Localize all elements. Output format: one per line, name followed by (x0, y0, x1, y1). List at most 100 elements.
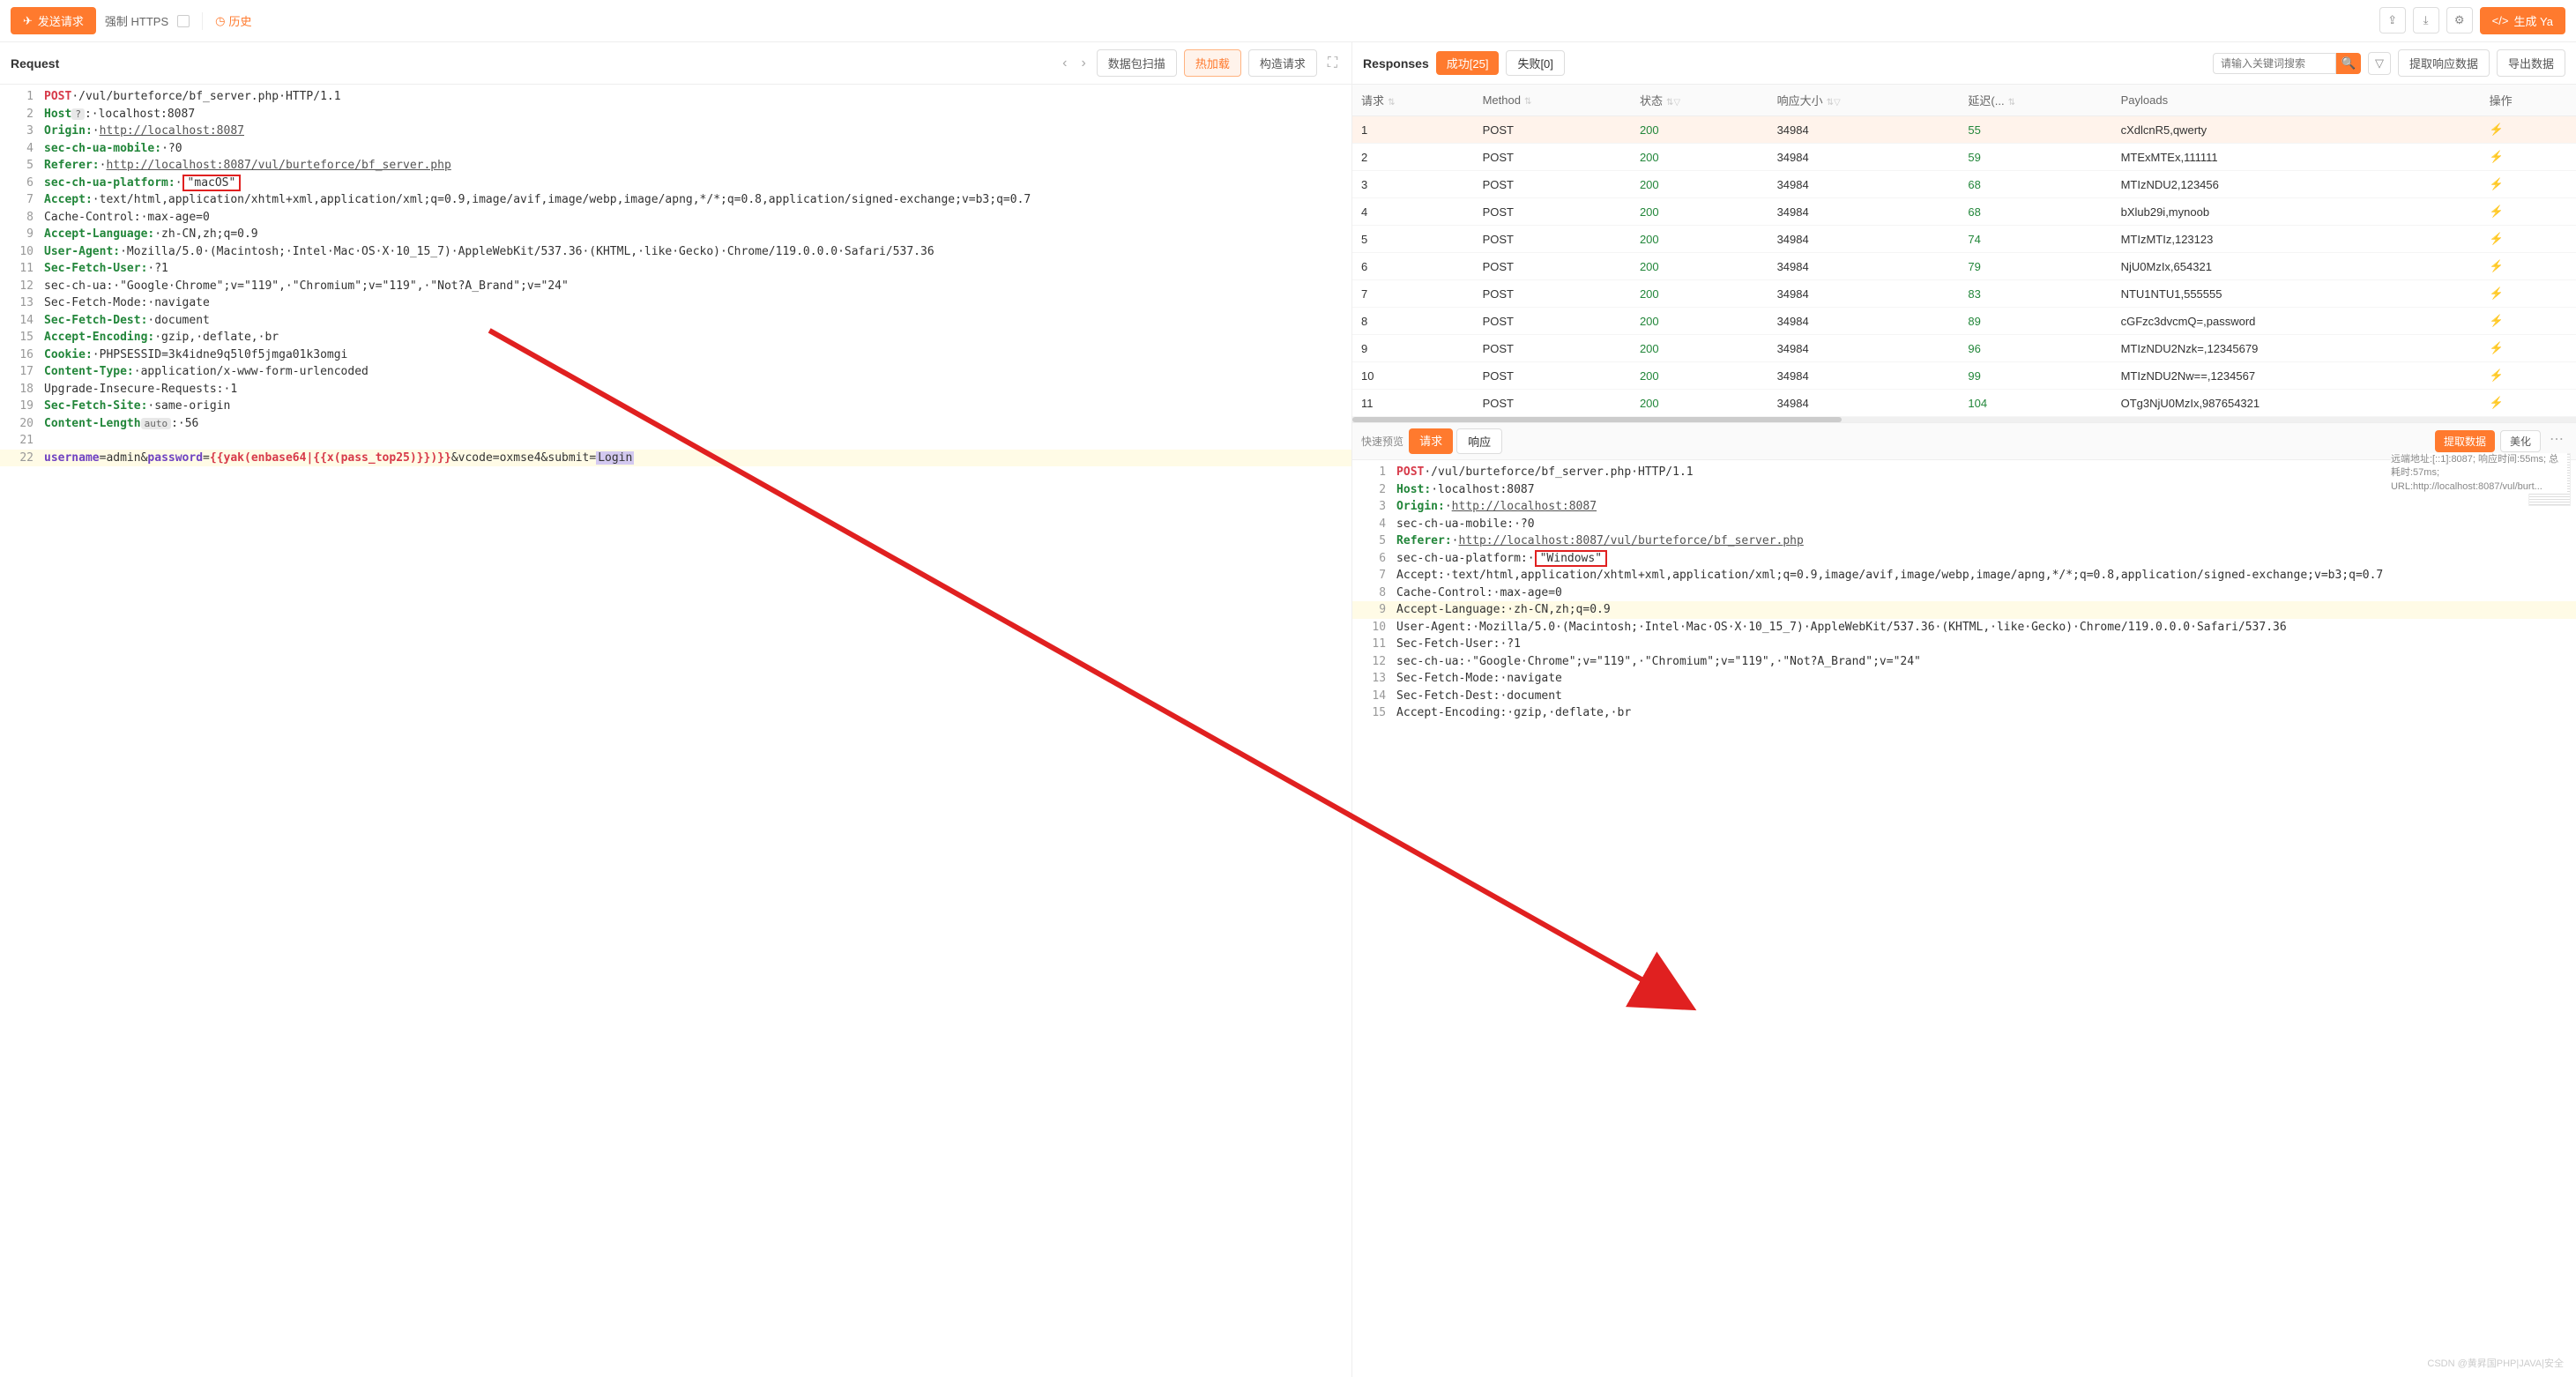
next-button[interactable]: › (1077, 56, 1089, 71)
code-line[interactable]: 4sec-ch-ua-mobile:·?0 (1352, 516, 2576, 533)
code-line[interactable]: 6sec-ch-ua-platform:·"macOS" (0, 175, 1351, 192)
table-row[interactable]: 9POST2003498496MTIzNDU2Nzk=,12345679⚡ (1352, 335, 2576, 362)
code-line[interactable]: 17Content-Type:·application/x-www-form-u… (0, 363, 1351, 381)
tab-success[interactable]: 成功[25] (1436, 51, 1500, 75)
construct-request-button[interactable]: 构造请求 (1248, 49, 1317, 77)
table-row[interactable]: 10POST2003498499MTIzNDU2Nw==,1234567⚡ (1352, 362, 2576, 390)
search-icon: 🔍 (2341, 56, 2356, 70)
line-number: 11 (0, 260, 44, 278)
table-row[interactable]: 11POST20034984104OTg3NjU0MzIx,987654321⚡ (1352, 390, 2576, 417)
code-line[interactable]: 4sec-ch-ua-mobile:·?0 (0, 140, 1351, 158)
code-line[interactable]: 5Referer:·http://localhost:8087/vul/burt… (0, 157, 1351, 175)
detail-beautify-button[interactable]: 美化 (2500, 430, 2541, 452)
code-line[interactable]: 14Sec-Fetch-Dest:·document (1352, 688, 2576, 705)
detail-more-icon[interactable]: ⋯ (2546, 430, 2567, 452)
send-request-button[interactable]: ✈ 发送请求 (11, 7, 96, 34)
line-number: 13 (0, 294, 44, 312)
code-line[interactable]: 20Content-Lengthauto:·56 (0, 415, 1351, 433)
row-action-icon[interactable]: ⚡ (2490, 150, 2504, 163)
col-payloads[interactable]: Payloads (2112, 85, 2481, 116)
code-line[interactable]: 15Accept-Encoding:·gzip,·deflate,·br (1352, 704, 2576, 722)
code-line[interactable]: 8Cache-Control:·max-age=0 (1352, 584, 2576, 602)
code-line[interactable]: 10User-Agent:·Mozilla/5.0·(Macintosh;·In… (0, 243, 1351, 261)
row-action-icon[interactable]: ⚡ (2490, 232, 2504, 245)
row-action-icon[interactable]: ⚡ (2490, 341, 2504, 354)
expand-icon[interactable]: ⛶ (1324, 56, 1341, 71)
prev-button[interactable]: ‹ (1059, 56, 1070, 71)
detail-extract-button[interactable]: 提取数据 (2435, 430, 2495, 452)
packet-scan-button[interactable]: 数据包扫描 (1097, 49, 1177, 77)
line-number: 6 (1352, 550, 1396, 568)
table-row[interactable]: 3POST2003498468MTIzNDU2,123456⚡ (1352, 171, 2576, 198)
code-line[interactable]: 6sec-ch-ua-platform:·"Windows" (1352, 550, 2576, 568)
horizontal-scrollbar[interactable] (1352, 417, 2576, 422)
code-line[interactable]: 9Accept-Language:·zh-CN,zh;q=0.9 (0, 226, 1351, 243)
row-action-icon[interactable]: ⚡ (2490, 177, 2504, 190)
code-line[interactable]: 10User-Agent:·Mozilla/5.0·(Macintosh;·In… (1352, 619, 2576, 636)
table-row[interactable]: 5POST2003498474MTIzMTIz,123123⚡ (1352, 226, 2576, 253)
line-number: 15 (1352, 704, 1396, 722)
table-row[interactable]: 8POST2003498489cGFzc3dvcmQ=,password⚡ (1352, 308, 2576, 335)
history-link[interactable]: ◷ 历史 (215, 12, 251, 29)
code-line[interactable]: 18Upgrade-Insecure-Requests:·1 (0, 381, 1351, 398)
share-icon-button[interactable]: ⇪ (2379, 7, 2406, 33)
code-line[interactable]: 13Sec-Fetch-Mode:·navigate (0, 294, 1351, 312)
line-number: 22 (0, 450, 44, 467)
col-request[interactable]: 请求⇅ (1352, 85, 1474, 116)
row-action-icon[interactable]: ⚡ (2490, 368, 2504, 382)
code-line[interactable]: 2Host?:·localhost:8087 (0, 106, 1351, 123)
line-number: 3 (0, 123, 44, 140)
code-line[interactable]: 3Origin:·http://localhost:8087 (1352, 498, 2576, 516)
export-icon-button[interactable]: ⤓ (2413, 7, 2439, 33)
table-row[interactable]: 7POST2003498483NTU1NTU1,555555⚡ (1352, 280, 2576, 308)
code-line[interactable]: 1POST·/vul/burteforce/bf_server.php·HTTP… (0, 88, 1351, 106)
code-line[interactable]: 7Accept:·text/html,application/xhtml+xml… (1352, 567, 2576, 584)
line-number: 10 (1352, 619, 1396, 636)
detail-request-viewer[interactable]: 1POST·/vul/burteforce/bf_server.php·HTTP… (1352, 460, 2576, 726)
generate-code-button[interactable]: </> 生成 Ya (2480, 7, 2565, 34)
row-action-icon[interactable]: ⚡ (2490, 314, 2504, 327)
code-line[interactable]: 14Sec-Fetch-Dest:·document (0, 312, 1351, 330)
row-action-icon[interactable]: ⚡ (2490, 396, 2504, 409)
top-toolbar: ✈ 发送请求 强制 HTTPS ◷ 历史 ⇪ ⤓ ⚙ </> 生成 Ya (0, 0, 2576, 42)
table-row[interactable]: 2POST2003498459MTExMTEx,111111⚡ (1352, 144, 2576, 171)
code-line[interactable]: 7Accept:·text/html,application/xhtml+xml… (0, 191, 1351, 209)
col-size[interactable]: 响应大小⇅▽ (1768, 85, 1960, 116)
search-button[interactable]: 🔍 (2336, 53, 2361, 74)
col-method[interactable]: Method⇅ (1474, 85, 1631, 116)
row-action-icon[interactable]: ⚡ (2490, 259, 2504, 272)
table-row[interactable]: 1POST2003498455cXdlcnR5,qwerty⚡ (1352, 116, 2576, 144)
code-line[interactable]: 11Sec-Fetch-User:·?1 (0, 260, 1351, 278)
code-line[interactable]: 21 (0, 432, 1351, 450)
table-row[interactable]: 4POST2003498468bXlub29i,mynoob⚡ (1352, 198, 2576, 226)
row-action-icon[interactable]: ⚡ (2490, 287, 2504, 300)
code-line[interactable]: 12sec-ch-ua:·"Google·Chrome";v="119",·"C… (1352, 653, 2576, 671)
force-https-checkbox[interactable] (177, 15, 190, 27)
detail-tab-request[interactable]: 请求 (1409, 428, 1453, 454)
row-action-icon[interactable]: ⚡ (2490, 123, 2504, 136)
tab-fail[interactable]: 失败[0] (1506, 50, 1564, 76)
col-latency[interactable]: 延迟(...⇅ (1959, 85, 2111, 116)
col-status[interactable]: 状态⇅▽ (1631, 85, 1768, 116)
filter-icon-button[interactable]: ▽ (2368, 52, 2391, 75)
row-action-icon[interactable]: ⚡ (2490, 205, 2504, 218)
code-line[interactable]: 16Cookie:·PHPSESSID=3k4idne9q5l0f5jmga01… (0, 346, 1351, 364)
extract-response-button[interactable]: 提取响应数据 (2398, 49, 2490, 77)
request-editor[interactable]: 1POST·/vul/burteforce/bf_server.php·HTTP… (0, 85, 1351, 1377)
detail-tab-response[interactable]: 响应 (1456, 428, 1502, 454)
code-line[interactable]: 3Origin:·http://localhost:8087 (0, 123, 1351, 140)
table-row[interactable]: 6POST2003498479NjU0MzIx,654321⚡ (1352, 253, 2576, 280)
code-line[interactable]: 9Accept-Language:·zh-CN,zh;q=0.9 (1352, 601, 2576, 619)
hotload-button[interactable]: 热加载 (1184, 49, 1241, 77)
search-input[interactable] (2213, 53, 2336, 74)
code-line[interactable]: 13Sec-Fetch-Mode:·navigate (1352, 670, 2576, 688)
code-line[interactable]: 11Sec-Fetch-User:·?1 (1352, 636, 2576, 653)
settings-icon-button[interactable]: ⚙ (2446, 7, 2473, 33)
code-line[interactable]: 8Cache-Control:·max-age=0 (0, 209, 1351, 227)
export-data-button[interactable]: 导出数据 (2497, 49, 2565, 77)
code-line[interactable]: 19Sec-Fetch-Site:·same-origin (0, 398, 1351, 415)
code-line[interactable]: 22username=admin&password={{yak(enbase64… (0, 450, 1351, 467)
code-line[interactable]: 5Referer:·http://localhost:8087/vul/burt… (1352, 532, 2576, 550)
code-line[interactable]: 15Accept-Encoding:·gzip,·deflate,·br (0, 329, 1351, 346)
code-line[interactable]: 12sec-ch-ua:·"Google·Chrome";v="119",·"C… (0, 278, 1351, 295)
